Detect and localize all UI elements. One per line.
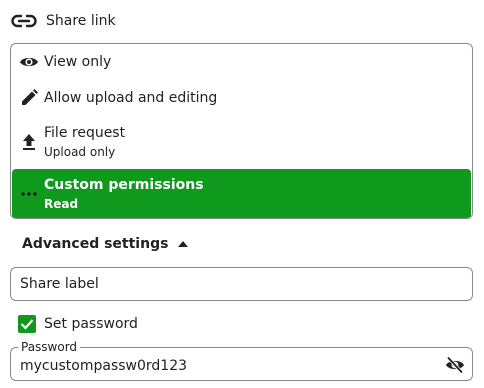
link-icon — [10, 9, 38, 33]
pencil-icon — [19, 88, 39, 108]
checkmark-icon — [20, 319, 34, 330]
permission-upload-editing[interactable]: Allow upload and editing — [11, 80, 472, 116]
set-password-label: Set password — [44, 316, 138, 332]
permissions-menu: View only Allow upload and editing File … — [10, 43, 473, 219]
permission-view-only-text: View only — [44, 53, 111, 71]
permission-file-request-title: File request — [44, 125, 126, 141]
advanced-settings-label: Advanced settings — [22, 236, 169, 252]
set-password-checkbox[interactable] — [18, 315, 36, 333]
permission-upload-editing-text: Allow upload and editing — [44, 89, 217, 107]
caret-up-icon — [176, 237, 190, 251]
permission-custom[interactable]: Custom permissions Read — [12, 169, 471, 218]
set-password-row[interactable]: Set password — [18, 314, 138, 334]
permission-view-only-title: View only — [44, 54, 112, 70]
permission-upload-editing-title: Allow upload and editing — [44, 90, 218, 106]
share-label-input[interactable] — [20, 268, 440, 300]
eye-icon — [19, 52, 39, 72]
password-input[interactable] — [20, 350, 440, 382]
password-field[interactable]: Password — [10, 340, 473, 382]
eye-off-icon — [446, 356, 464, 374]
toggle-password-visibility-button[interactable] — [444, 354, 466, 376]
permission-custom-title: Custom permissions — [44, 177, 204, 193]
sharing-panel: Share link View only Allow upload and ed… — [0, 0, 484, 388]
advanced-settings-toggle[interactable]: Advanced settings — [22, 233, 190, 255]
permission-view-only[interactable]: View only — [11, 44, 472, 80]
permission-custom-subtitle: Read — [44, 197, 79, 211]
share-label-field[interactable] — [10, 267, 473, 301]
permission-file-request[interactable]: File request Upload only — [11, 116, 472, 168]
permission-custom-text: Custom permissions Read — [44, 176, 204, 212]
permission-file-request-subtitle: Upload only — [44, 145, 116, 159]
share-link-label: Share link — [46, 13, 116, 29]
permission-file-request-text: File request Upload only — [44, 124, 125, 160]
share-link-button[interactable]: Share link — [10, 8, 116, 34]
more-horizontal-icon — [19, 184, 39, 204]
upload-icon — [19, 132, 39, 152]
